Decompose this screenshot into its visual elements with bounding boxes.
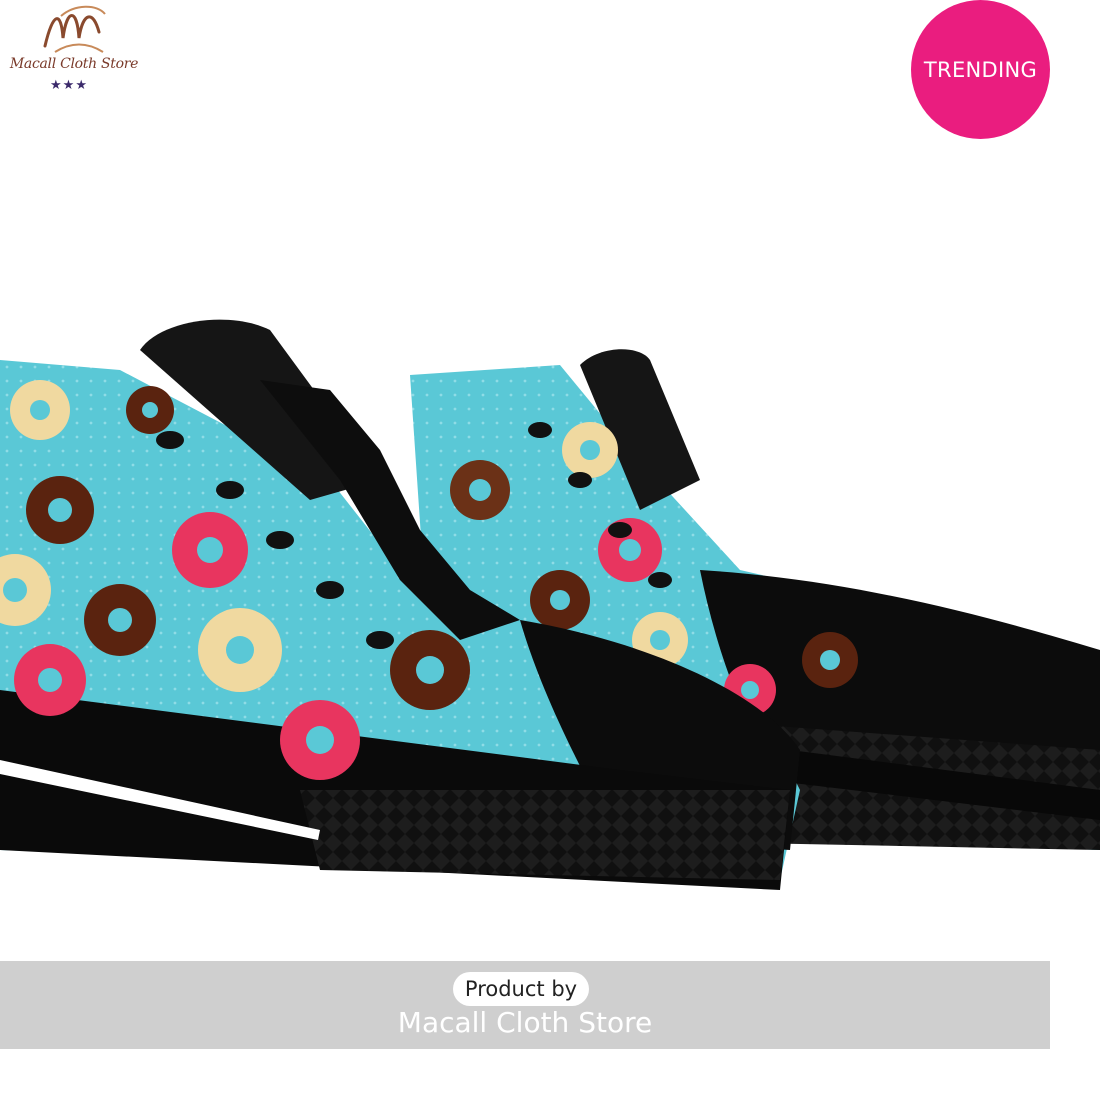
logo-stars: ★★★ [50, 78, 88, 93]
trending-label: TRENDING [923, 57, 1038, 82]
product-image [0, 319, 1100, 890]
store-logo: Macall Cloth Store ★★★ [0, 0, 150, 100]
logo-store-name: Macall Cloth Store [9, 56, 139, 72]
monogram-icon [43, 5, 106, 53]
product-by-label: Product by [464, 977, 578, 1001]
product-by-pill: Product by [453, 972, 589, 1006]
trending-badge: TRENDING [911, 0, 1050, 139]
store-name-caption: Macall Cloth Store [397, 1006, 653, 1039]
